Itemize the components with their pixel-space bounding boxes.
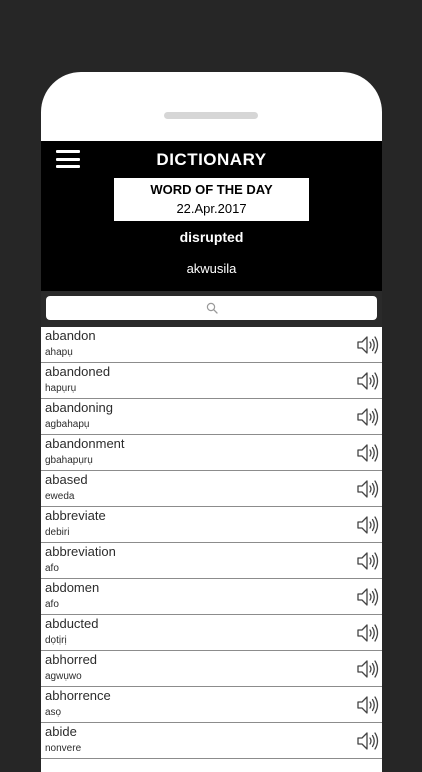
speaker-icon[interactable]: [356, 406, 380, 428]
entry-word: abdomen: [45, 580, 100, 595]
list-item[interactable]: abhorrence asọ: [41, 687, 382, 723]
entry-word: abbreviate: [45, 508, 106, 523]
list-item[interactable]: abbreviate debiri: [41, 507, 382, 543]
entry-word: abhorrence: [45, 688, 111, 703]
speaker-icon[interactable]: [356, 478, 380, 500]
entry-word: abide: [45, 724, 77, 739]
list-item[interactable]: abandoned hapụrụ: [41, 363, 382, 399]
list-item[interactable]: abandonment gbahapụrụ: [41, 435, 382, 471]
speaker-icon[interactable]: [356, 586, 380, 608]
speaker-icon[interactable]: [356, 730, 380, 752]
list-item[interactable]: abducted dọtịrị: [41, 615, 382, 651]
list-item[interactable]: abandon ahapụ: [41, 327, 382, 363]
entry-translation: afo: [45, 563, 59, 574]
speaker-icon[interactable]: [356, 514, 380, 536]
speaker-icon[interactable]: [356, 334, 380, 356]
entry-translation: agbahapụ: [45, 419, 90, 430]
word-of-day-word[interactable]: disrupted: [41, 229, 382, 245]
word-of-day-translation: akwusila: [186, 261, 237, 276]
entry-word: abbreviation: [45, 544, 116, 559]
word-of-day-card[interactable]: WORD OF THE DAY 22.Apr.2017: [114, 178, 309, 221]
entry-word: abased: [45, 472, 88, 487]
list-item[interactable]: abhorred agwụwo: [41, 651, 382, 687]
entry-translation: agwụwo: [45, 671, 82, 682]
search-icon: [206, 302, 218, 314]
list-item[interactable]: abide nonvere: [41, 723, 382, 759]
entry-translation: asọ: [45, 707, 62, 718]
search-bar: [41, 291, 382, 327]
entry-word: abducted: [45, 616, 99, 631]
speaker-icon[interactable]: [356, 658, 380, 680]
entry-translation: afo: [45, 599, 59, 610]
entry-word: abandon: [45, 328, 96, 343]
entry-translation: hapụrụ: [45, 383, 77, 394]
entry-word: abandoned: [45, 364, 111, 379]
entry-translation: eweda: [45, 491, 75, 502]
speaker-icon[interactable]: [356, 370, 380, 392]
speaker-icon[interactable]: [356, 622, 380, 644]
phone-frame: DICTIONARY WORD OF THE DAY 22.Apr.2017 d…: [41, 72, 382, 772]
app-title: DICTIONARY: [156, 150, 267, 169]
entry-word: abandonment: [45, 436, 125, 451]
list-item[interactable]: abbreviation afo: [41, 543, 382, 579]
speaker-icon[interactable]: [356, 442, 380, 464]
entry-translation: debiri: [45, 527, 70, 538]
word-list: abandon ahapụ abandoned hapụrụ abandoning agb…: [41, 327, 382, 759]
list-item[interactable]: abased eweda: [41, 471, 382, 507]
list-item[interactable]: abandoning agbahapụ: [41, 399, 382, 435]
entry-translation: ahapụ: [45, 347, 73, 358]
entry-word: abandoning: [45, 400, 113, 415]
entry-word: abhorred: [45, 652, 98, 667]
list-item[interactable]: abdomen afo: [41, 579, 382, 615]
speaker-icon[interactable]: [356, 694, 380, 716]
app-screen: DICTIONARY WORD OF THE DAY 22.Apr.2017 d…: [41, 141, 382, 772]
entry-translation: nonvere: [45, 743, 82, 754]
phone-speaker: [164, 112, 258, 119]
word-of-day-heading: WORD OF THE DAY: [150, 182, 273, 197]
entry-translation: dọtịrị: [45, 635, 67, 646]
entry-translation: gbahapụrụ: [45, 455, 93, 466]
word-of-day-date: 22.Apr.2017: [176, 201, 247, 216]
speaker-icon[interactable]: [356, 550, 380, 572]
app-header: DICTIONARY WORD OF THE DAY 22.Apr.2017 d…: [41, 141, 382, 291]
search-input[interactable]: [46, 296, 377, 320]
